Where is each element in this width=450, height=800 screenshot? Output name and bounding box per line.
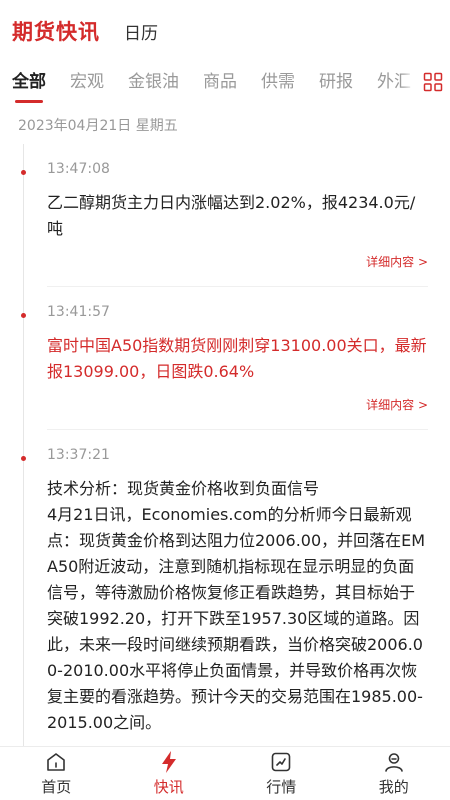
tab-gold-silver-oil[interactable]: 金银油 — [128, 62, 179, 106]
news-time: 13:37:21 — [47, 447, 110, 463]
nav-flash-news[interactable]: 快讯 — [113, 747, 226, 800]
chart-icon — [269, 750, 293, 774]
bottom-navigation: 首页 快讯 行情 我的 — [0, 746, 450, 800]
nav-market[interactable]: 行情 — [225, 747, 338, 800]
news-content[interactable]: 富时中国A50指数期货刚刚刺穿13100.00关口，最新报13099.00，日图… — [47, 333, 428, 385]
details-link[interactable]: 详细内容 > — [47, 252, 428, 272]
home-icon — [44, 750, 68, 774]
nav-flash-news-label: 快讯 — [153, 778, 184, 796]
news-content[interactable]: 技术分析：现货黄金价格收到负面信号 4月21日讯，Economies.com的分… — [47, 476, 428, 736]
timeline-dot — [21, 313, 26, 318]
news-time: 13:41:57 — [47, 304, 110, 320]
nav-market-label: 行情 — [266, 778, 297, 796]
date-header: 2023年04月21日 星期五 — [18, 118, 178, 134]
category-tabs: 全部 宏观 金银油 商品 供需 研报 外汇 — [0, 62, 450, 106]
tab-grid-menu-button[interactable] — [416, 62, 450, 106]
timeline-dot — [21, 170, 26, 175]
news-time: 13:47:08 — [47, 161, 110, 177]
tab-research[interactable]: 研报 — [319, 62, 353, 106]
news-item[interactable]: 13:47:08 乙二醇期货主力日内涨幅达到2.02%，报4234.0元/吨 详… — [0, 144, 450, 287]
top-header: 期货快讯 日历 — [0, 0, 450, 62]
nav-profile-label: 我的 — [378, 778, 409, 796]
details-link[interactable]: 详细内容 > — [47, 395, 428, 415]
tab-macro[interactable]: 宏观 — [70, 62, 104, 106]
news-feed[interactable]: 13:47:08 乙二醇期货主力日内涨幅达到2.02%，报4234.0元/吨 详… — [0, 144, 450, 746]
news-item[interactable]: 13:41:57 富时中国A50指数期货刚刚刺穿13100.00关口，最新报13… — [0, 287, 450, 430]
timeline-dot — [21, 456, 26, 461]
tab-all[interactable]: 全部 — [12, 62, 46, 106]
nav-home[interactable]: 首页 — [0, 747, 113, 800]
nav-profile[interactable]: 我的 — [338, 747, 450, 800]
news-item[interactable]: 13:37:21 技术分析：现货黄金价格收到负面信号 4月21日讯，Econom… — [0, 430, 450, 736]
user-icon — [382, 750, 406, 774]
news-content[interactable]: 乙二醇期货主力日内涨幅达到2.02%，报4234.0元/吨 — [47, 190, 428, 242]
calendar-link[interactable]: 日历 — [124, 19, 158, 44]
grid-menu-icon — [423, 72, 443, 96]
tab-supply-demand[interactable]: 供需 — [261, 62, 295, 106]
page-title: 期货快讯 — [12, 20, 100, 44]
lightning-icon — [157, 750, 181, 774]
tab-forex[interactable]: 外汇 — [377, 62, 411, 106]
tab-commodities[interactable]: 商品 — [203, 62, 237, 106]
nav-home-label: 首页 — [41, 778, 72, 796]
